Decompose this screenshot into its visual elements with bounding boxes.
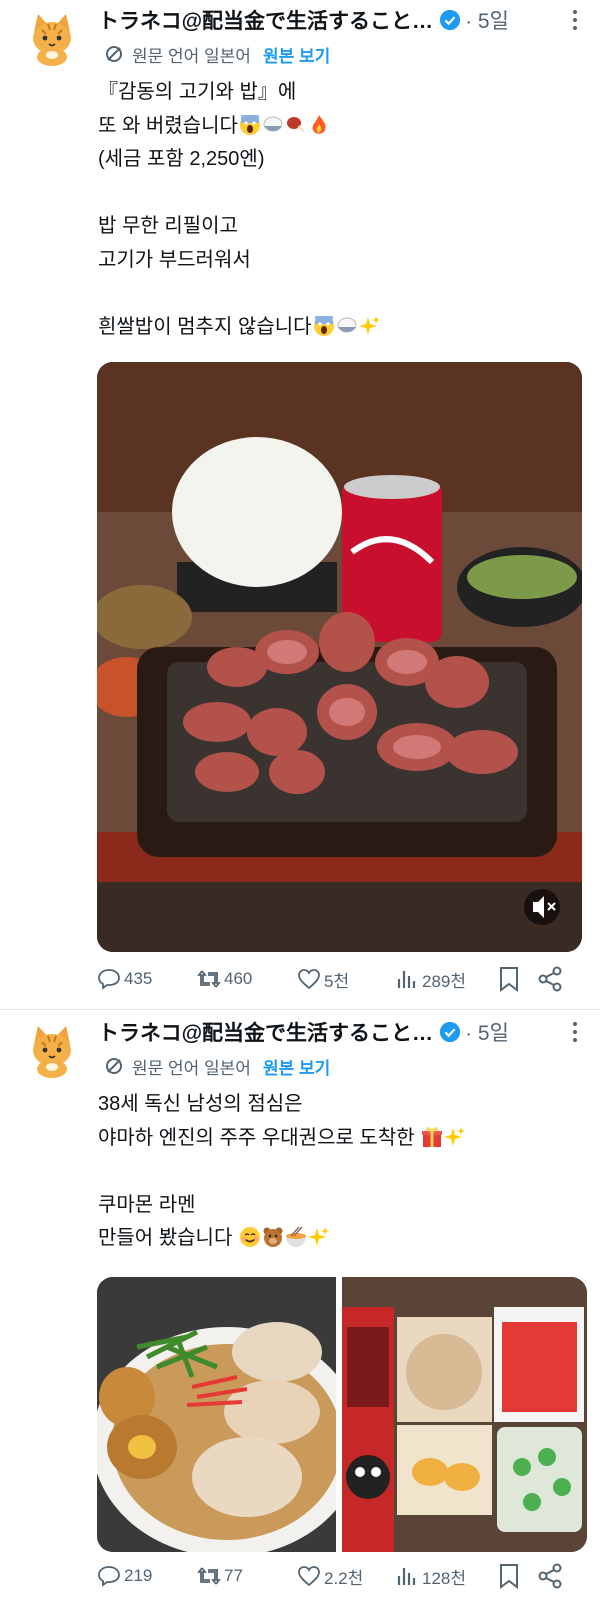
rice-emoji-icon [263,116,283,131]
share-icon[interactable] [537,1563,563,1589]
post-time[interactable]: · 5일 [465,5,509,35]
text-line: 야마하 엔진의 주주 우대권으로 도착한 [98,1122,578,1156]
share-icon[interactable] [537,966,563,992]
sparkles-emoji-icon [307,1227,329,1246]
translate-icon [106,1058,122,1074]
reply-icon [98,969,120,990]
author-name[interactable]: トラネコ@配当金で生活すること… [98,1017,433,1047]
action-bar: 435 460 5천 289천 [97,962,587,996]
verified-badge-icon [439,9,461,31]
meat-emoji-icon [286,116,305,132]
tweet-text: 38세 독신 남성의 점심은 야마하 엔진의 주주 우대권으로 도착한 쿠마몬 … [98,1088,578,1256]
author-row: トラネコ@配当金で生活すること… · 5일 [98,2,588,38]
products-photo[interactable] [342,1277,587,1552]
text-line: 흰쌀밥이 멈추지 않습니다 [98,311,578,345]
action-bar: 219 77 2.2천 128천 [97,1559,587,1593]
translation-label: 원문 언어 일본어 [132,46,251,66]
verified-badge-icon [439,1021,461,1043]
show-original-link[interactable]: 원본 보기 [263,1054,330,1079]
views-button[interactable]: 128천 [395,1559,466,1593]
reply-icon [98,1566,120,1587]
views-chart-icon [397,1568,416,1585]
text-line: 또 와 버렸습니다 [98,110,578,144]
text-line: 밥 무한 리필이고 [98,215,238,237]
view-count: 128천 [422,1568,467,1588]
author-row: トラネコ@配当金で生活すること… · 5일 [98,1014,588,1050]
tweet-divider [0,1009,600,1010]
like-count: 5천 [324,971,350,991]
text-line: 고기가 부드러워서 [98,248,251,271]
scream-emoji-icon [239,114,260,135]
reply-button[interactable]: 435 [97,962,152,996]
translation-notice: 원문 언어 일본어 원본 보기 [104,1052,330,1080]
like-count: 2.2천 [324,1568,364,1588]
repost-icon [197,1567,221,1585]
bookmark-icon[interactable] [497,1563,521,1589]
text-line: 38세 독신 남성의 점심은 [98,1093,303,1115]
show-original-link[interactable]: 원본 보기 [263,42,330,67]
tweet-text: 『감동의 고기와 밥』에 또 와 버렸습니다 (세금 포함 2,250엔) 밥 … [98,76,578,344]
smile-emoji-icon [239,1227,260,1247]
like-button[interactable]: 5천 [297,962,349,996]
view-count: 289천 [422,971,467,991]
author-name[interactable]: トラネコ@配当金で生活すること… [98,5,433,35]
bear-emoji-icon [263,1227,283,1247]
fire-emoji-icon [312,114,326,134]
translation-label: 원문 언어 일본어 [132,1058,251,1078]
tweet-2[interactable]: トラネコ@配当金で生活すること… · 5일 원문 언어 일본어 원본 보기 38… [0,1012,600,1600]
reply-button[interactable]: 219 [97,1559,152,1593]
text-line: (세금 포함 2,250엔) [98,148,265,170]
cat-avatar-icon[interactable] [24,1022,80,1078]
text-line: 쿠마몬 라멘 [98,1193,196,1216]
text-line: 『감동의 고기와 밥』에 [98,81,297,103]
heart-icon [298,969,320,990]
more-options-icon[interactable] [572,1020,578,1044]
cat-avatar-icon[interactable] [24,10,80,66]
repost-count: 460 [224,969,253,988]
views-button[interactable]: 289천 [395,962,466,996]
like-button[interactable]: 2.2천 [297,1559,363,1593]
repost-icon [197,970,221,988]
sparkles-emoji-icon [358,315,380,335]
translation-notice: 원문 언어 일본어 원본 보기 [104,40,330,68]
translate-icon [106,46,122,62]
reply-count: 435 [124,969,153,988]
food-photo[interactable] [97,362,582,952]
tweet-1[interactable]: トラネコ@配当金で生活すること… · 5일 원문 언어 일본어 원본 보기 『감… [0,0,600,1010]
scream-emoji-icon [313,315,334,336]
reply-count: 219 [124,1566,153,1585]
bookmark-icon[interactable] [497,966,521,992]
gift-emoji-icon [422,1126,443,1147]
text-line: 만들어 봤습니다 [98,1222,578,1256]
repost-count: 77 [224,1566,243,1585]
views-chart-icon [397,971,416,988]
repost-button[interactable]: 460 [197,962,252,996]
rice-emoji-icon [337,317,357,332]
more-options-icon[interactable] [572,8,578,32]
sparkles-emoji-icon [444,1126,466,1146]
heart-icon [298,1566,320,1587]
ramen-emoji-icon [285,1226,306,1247]
ramen-photo[interactable] [97,1277,336,1552]
repost-button[interactable]: 77 [197,1559,243,1593]
post-time[interactable]: · 5일 [465,1017,509,1047]
